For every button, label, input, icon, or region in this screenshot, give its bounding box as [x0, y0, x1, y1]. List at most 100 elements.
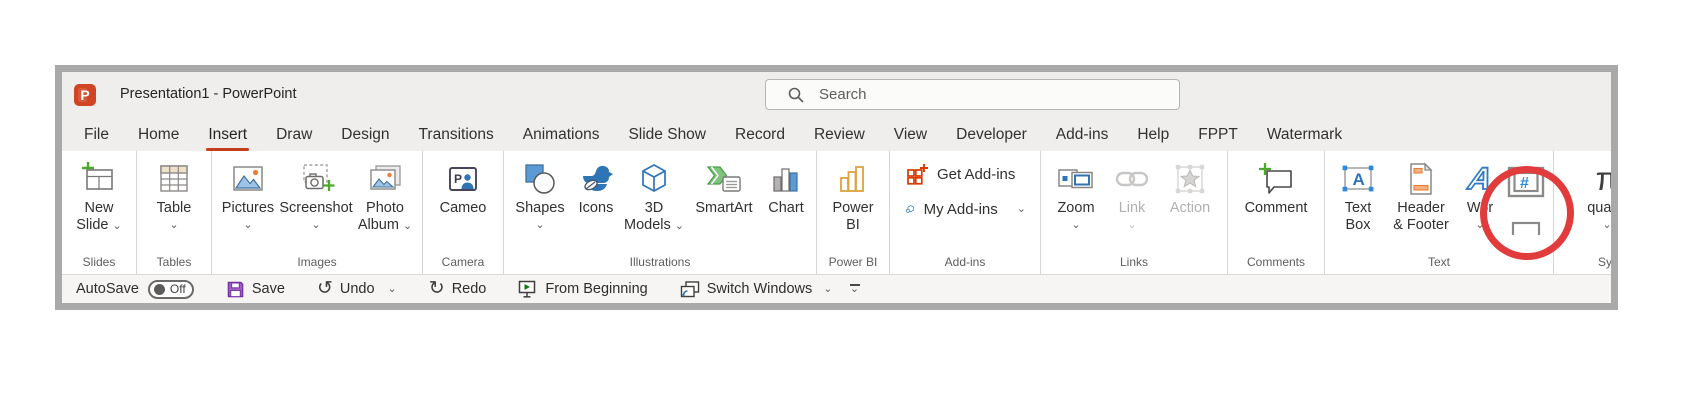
photo-album-button[interactable]: Photo Album ⌄: [353, 151, 417, 255]
group-label-tables: Tables: [156, 255, 192, 269]
powerpoint-logo-icon: P: [74, 84, 96, 106]
tab-view[interactable]: View: [892, 120, 929, 150]
new-slide-button[interactable]: New Slide ⌄: [67, 151, 131, 255]
smartart-button[interactable]: SmartArt: [687, 151, 761, 255]
group-tables: Table ⌄ Tables: [137, 151, 212, 274]
tab-watermark[interactable]: Watermark: [1265, 120, 1344, 150]
quick-access-toolbar: AutoSave Off Save ↺ Undo ⌄ ↻ Redo From B…: [62, 274, 1611, 303]
link-button: Link ⌄: [1106, 151, 1158, 255]
link-icon: [1115, 171, 1149, 187]
text-box-icon: A: [1342, 165, 1374, 192]
chevron-down-icon: ⌄: [169, 219, 179, 231]
tab-design[interactable]: Design: [339, 120, 391, 150]
group-label-power-bi: Power BI: [828, 255, 878, 269]
get-add-ins-button[interactable]: Get Add-ins: [906, 163, 1026, 185]
autosave-state: Off: [169, 282, 186, 296]
chart-button[interactable]: Chart: [761, 151, 811, 255]
tab-help[interactable]: Help: [1135, 120, 1171, 150]
group-camera: P Cameo Camera: [423, 151, 504, 274]
ribbon-tab-bar: File Home Insert Draw Design Transitions…: [62, 118, 1611, 151]
chevron-down-icon: ⌄: [402, 220, 413, 232]
search-input[interactable]: [817, 85, 1121, 104]
table-button[interactable]: Table ⌄: [142, 151, 206, 255]
tab-add-ins[interactable]: Add-ins: [1054, 120, 1111, 150]
comment-button[interactable]: Comment: [1233, 151, 1319, 255]
chevron-down-icon: ⌄: [387, 282, 397, 295]
tab-home[interactable]: Home: [136, 120, 181, 150]
tab-review[interactable]: Review: [812, 120, 867, 150]
chart-icon: [773, 168, 798, 192]
comment-icon: [1259, 163, 1292, 194]
zoom-button[interactable]: Zoom ⌄: [1046, 151, 1106, 255]
svg-text:P: P: [454, 172, 462, 186]
3d-models-button[interactable]: 3D Models ⌄: [621, 151, 687, 255]
my-addins-icon: [906, 205, 914, 213]
window-title: Presentation1 - PowerPoint: [120, 86, 297, 102]
chevron-down-icon: ⌄: [674, 220, 684, 232]
group-links: Zoom ⌄ Link ⌄ Action Links: [1041, 151, 1228, 274]
tab-draw[interactable]: Draw: [274, 120, 314, 150]
tab-developer[interactable]: Developer: [954, 120, 1029, 150]
switch-windows-button[interactable]: Switch Windows ⌄: [680, 280, 833, 299]
customize-qat-button[interactable]: ⌄: [849, 282, 860, 295]
tab-insert[interactable]: Insert: [206, 120, 249, 151]
screenshot-icon: [303, 164, 335, 191]
switch-windows-icon: [680, 280, 699, 297]
header-footer-button[interactable]: Header & Footer: [1386, 151, 1456, 255]
title-bar: P Presentation1 - PowerPoint: [62, 72, 1611, 118]
ribbon: New Slide ⌄ Slides Table ⌄ Tables Pictur…: [62, 151, 1611, 274]
group-label-links: Links: [1119, 255, 1148, 269]
screenshot-button[interactable]: Screenshot ⌄: [279, 151, 353, 255]
group-label-camera: Camera: [441, 255, 485, 269]
action-icon: [1175, 164, 1205, 194]
svg-text:A: A: [1353, 170, 1365, 189]
action-button: Action: [1158, 151, 1222, 255]
undo-button[interactable]: ↺ Undo ⌄: [316, 278, 397, 299]
chevron-down-icon: ⌄: [1071, 219, 1081, 231]
text-box-button[interactable]: A Text Box: [1330, 151, 1386, 255]
icons-button[interactable]: Icons: [571, 151, 621, 255]
icons-duck-icon: [583, 165, 613, 191]
my-add-ins-button[interactable]: My Add-ins ⌄: [906, 198, 1026, 220]
redo-button[interactable]: ↻ Redo: [429, 279, 487, 298]
get-addins-icon: [907, 164, 928, 185]
chevron-down-icon: ⌄: [311, 219, 321, 231]
group-add-ins: Get Add-ins My Add-ins ⌄ Add-ins: [890, 151, 1041, 274]
tab-animations[interactable]: Animations: [521, 120, 602, 150]
save-button[interactable]: Save: [226, 280, 285, 299]
3d-models-icon: [642, 164, 666, 192]
button-label: New: [84, 200, 114, 216]
tab-fppt[interactable]: FPPT: [1196, 120, 1240, 150]
save-icon: [227, 281, 244, 297]
chevron-down-icon: ⌄: [1016, 202, 1026, 215]
tab-record[interactable]: Record: [733, 120, 787, 150]
button-label: Get Add-ins: [937, 165, 1016, 183]
group-power-bi: Power BI Power BI: [817, 151, 890, 274]
pictures-button[interactable]: Pictures ⌄: [217, 151, 279, 255]
power-bi-button[interactable]: Power BI: [822, 151, 884, 255]
tab-transitions[interactable]: Transitions: [417, 120, 496, 150]
new-slide-icon: [82, 162, 113, 190]
chevron-down-icon: ⌄: [1602, 219, 1611, 231]
chevron-down-icon: ⌄: [849, 282, 860, 295]
chevron-down-icon: ⌄: [1127, 219, 1137, 231]
tab-file[interactable]: File: [82, 120, 111, 150]
group-label-add-ins: Add-ins: [944, 255, 986, 269]
cameo-button[interactable]: P Cameo: [428, 151, 498, 255]
from-beginning-button[interactable]: From Beginning: [518, 280, 648, 299]
group-comments: Comment Comments: [1228, 151, 1325, 274]
chevron-down-icon: ⌄: [823, 282, 833, 295]
tab-slide-show[interactable]: Slide Show: [626, 120, 708, 150]
group-label-comments: Comments: [1246, 255, 1305, 269]
group-label-images: Images: [297, 255, 337, 269]
autosave-toggle[interactable]: Off: [147, 279, 194, 299]
button-label: My Add-ins: [923, 200, 998, 218]
equation-button[interactable]: π quatio ⌄: [1576, 151, 1611, 255]
from-beginning-icon: [519, 280, 536, 298]
undo-icon: ↺: [316, 278, 333, 299]
search-icon: [788, 87, 804, 103]
search-box[interactable]: [765, 79, 1180, 110]
header-footer-icon: [1410, 162, 1433, 195]
shapes-button[interactable]: Shapes ⌄: [509, 151, 571, 255]
zoom-icon: [1058, 169, 1093, 189]
